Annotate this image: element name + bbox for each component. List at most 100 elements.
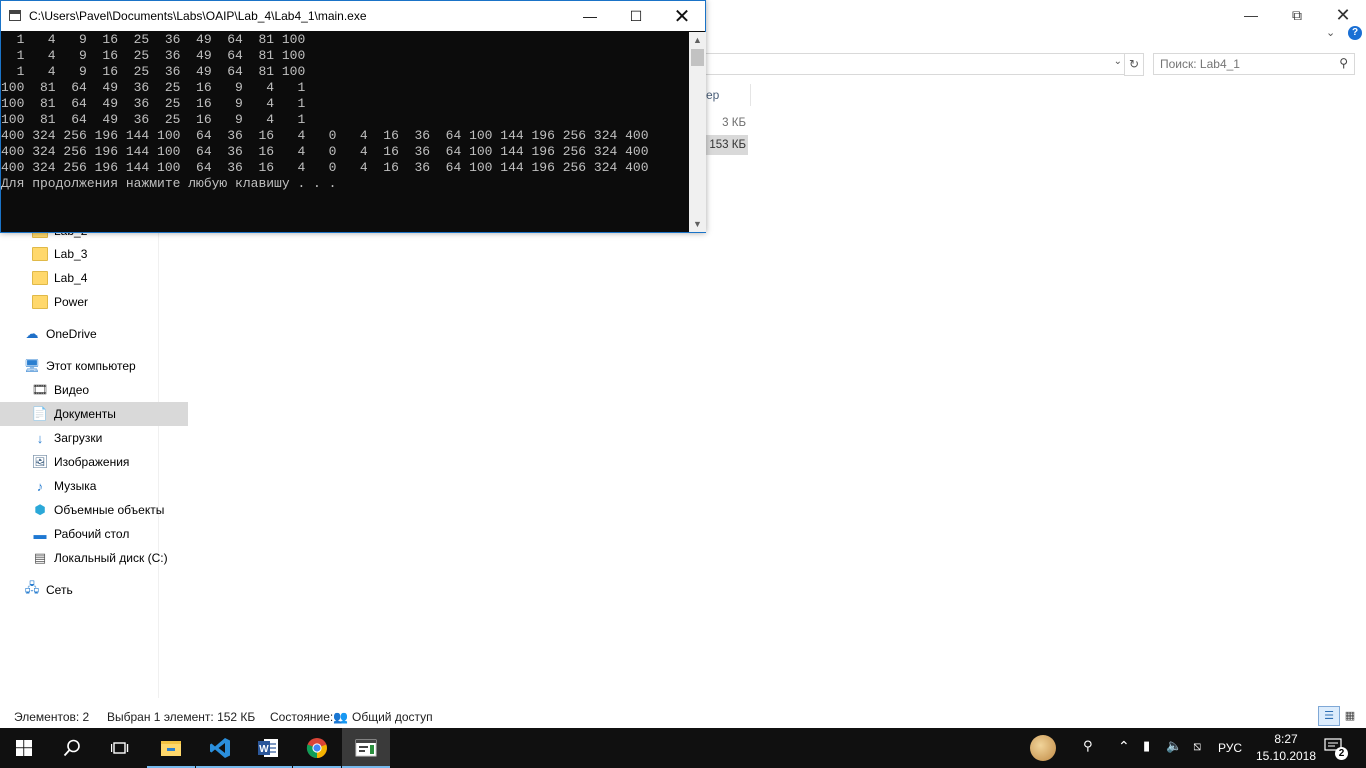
scroll-up-arrow-icon[interactable]: ▲ xyxy=(689,32,706,48)
console-line: 400 324 256 196 144 100 64 36 16 4 0 4 1… xyxy=(1,144,649,159)
nav-item-network[interactable]: 🖧 Сеть xyxy=(0,578,180,602)
start-button[interactable] xyxy=(0,728,48,768)
nav-item-local-disk[interactable]: ▤ Локальный диск (C:) xyxy=(0,546,188,570)
status-bar: Элементов: 2 Выбран 1 элемент: 152 КБ Со… xyxy=(0,706,1366,728)
ribbon-expand-chevron-icon[interactable]: ⌄ xyxy=(1326,26,1340,40)
clock-date[interactable]: 15.10.2018 xyxy=(1251,749,1321,763)
downloads-icon: ↓ xyxy=(36,430,44,446)
console-line: 100 81 64 49 36 25 16 9 4 1 xyxy=(1,80,306,95)
search-icon[interactable]: ⚲ xyxy=(1339,56,1348,70)
music-icon: ♪ xyxy=(36,478,44,494)
nav-item-label: Power xyxy=(54,295,89,309)
nav-item-pictures[interactable]: 🖼 Изображения xyxy=(0,450,188,474)
console-prompt-line: Для продолжения нажмите любую клавишу . … xyxy=(1,176,337,191)
scroll-down-arrow-icon[interactable]: ▼ xyxy=(689,216,706,232)
nav-item-this-pc[interactable]: 🖥 Этот компьютер xyxy=(0,354,180,378)
search-icon xyxy=(63,739,80,757)
details-view-icon[interactable]: ☰ xyxy=(1318,706,1340,726)
nav-item-label: Рабочий стол xyxy=(54,527,130,541)
console-line: 400 324 256 196 144 100 64 36 16 4 0 4 1… xyxy=(1,128,649,143)
nav-item-downloads[interactable]: ↓ Загрузки xyxy=(0,426,188,450)
word-icon: W xyxy=(258,739,278,757)
column-header-size[interactable]: ер xyxy=(706,88,719,102)
nav-item-desktop[interactable]: ▬ Рабочий стол xyxy=(0,522,188,546)
network-icon: 🖧 xyxy=(24,580,40,595)
nav-item-label: Lab_3 xyxy=(54,247,88,261)
console-output[interactable]: 1 4 9 16 25 36 49 64 81 100 1 4 9 16 25 … xyxy=(1,32,687,232)
video-icon: 🎞 xyxy=(31,382,49,397)
cloud-icon: ☁ xyxy=(25,326,39,341)
pictures-icon: 🖼 xyxy=(31,454,49,469)
action-center-button[interactable]: 2 xyxy=(1324,738,1348,760)
avatar[interactable] xyxy=(1030,735,1056,761)
nav-item-3d-objects[interactable]: ⬢ Объемные объекты xyxy=(0,498,188,522)
search-box[interactable]: ⚲ xyxy=(1153,53,1355,75)
show-hidden-icons-chevron-icon[interactable]: ⌃ xyxy=(1118,738,1130,755)
desktop-icon: ▬ xyxy=(33,526,47,542)
taskbar-file-explorer[interactable] xyxy=(147,728,195,768)
console-line: 100 81 64 49 36 25 16 9 4 1 xyxy=(1,96,306,111)
search-input[interactable] xyxy=(1160,56,1330,72)
folder-icon xyxy=(32,294,48,310)
3d-objects-icon: ⬢ xyxy=(34,502,46,517)
taskbar-visual-studio-code[interactable] xyxy=(196,728,244,768)
nav-item-label: OneDrive xyxy=(46,327,97,341)
nav-item-power[interactable]: Power xyxy=(0,290,188,314)
console-scrollbar[interactable]: ▲ ▼ xyxy=(689,32,706,232)
help-icon[interactable]: ? xyxy=(1348,26,1362,40)
taskbar-search-button[interactable] xyxy=(48,728,96,768)
scrollbar-thumb[interactable] xyxy=(691,49,704,66)
people-icon[interactable]: ⚲ xyxy=(1083,738,1093,754)
address-bar[interactable]: ⌄ xyxy=(690,53,1125,75)
windows-start-icon xyxy=(16,740,32,756)
console-close-button[interactable]: ✕ xyxy=(659,1,705,31)
nav-item-label: Документы xyxy=(54,407,116,421)
column-divider[interactable] xyxy=(750,84,751,106)
svg-text:W: W xyxy=(259,744,269,755)
console-app-icon xyxy=(9,10,21,21)
nav-item-label: Изображения xyxy=(54,455,130,469)
console-app-icon xyxy=(355,739,377,757)
notification-count-badge: 2 xyxy=(1335,747,1348,760)
large-icons-view-icon[interactable]: ▦ xyxy=(1342,708,1358,724)
nav-item-music[interactable]: ♪ Музыка xyxy=(0,474,188,498)
folder-icon xyxy=(32,270,48,286)
nav-item-lab3[interactable]: Lab_3 xyxy=(0,242,188,266)
console-maximize-button[interactable]: ☐ xyxy=(613,1,659,31)
nav-item-documents[interactable]: 📄 Документы xyxy=(0,402,188,426)
chevron-down-icon[interactable]: ⌄ xyxy=(1114,56,1122,67)
taskbar-word[interactable]: W xyxy=(244,728,292,768)
console-titlebar[interactable]: C:\Users\Pavel\Documents\Labs\OAIP\Lab_4… xyxy=(1,1,705,31)
nav-item-label: Сеть xyxy=(46,583,73,597)
taskbar-console-app[interactable] xyxy=(342,728,390,768)
console-minimize-button[interactable]: — xyxy=(567,1,613,31)
network-status-icon[interactable]: ⧅ xyxy=(1193,738,1201,754)
volume-icon[interactable]: 🔈 xyxy=(1166,738,1182,754)
battery-icon[interactable]: ▮ xyxy=(1143,738,1150,754)
explorer-minimize-button[interactable]: — xyxy=(1228,0,1274,30)
task-view-button[interactable] xyxy=(96,728,144,768)
nav-item-lab4[interactable]: Lab_4 xyxy=(0,266,188,290)
nav-item-onedrive[interactable]: ☁ OneDrive xyxy=(0,322,180,346)
console-line: 400 324 256 196 144 100 64 36 16 4 0 4 1… xyxy=(1,160,649,175)
console-line: 100 81 64 49 36 25 16 9 4 1 xyxy=(1,112,306,127)
explorer-restore-button[interactable]: ⧉ xyxy=(1274,0,1320,30)
visual-studio-code-icon xyxy=(210,738,230,758)
nav-item-label: Этот компьютер xyxy=(46,359,136,373)
navigation-pane: Lab_2 Lab_3 Lab_4 Power ☁ OneDrive 🖥 Это… xyxy=(0,224,188,698)
nav-item-label: Lab_4 xyxy=(54,271,88,285)
clock-time[interactable]: 8:27 xyxy=(1256,732,1316,746)
console-line: 1 4 9 16 25 36 49 64 81 100 xyxy=(1,48,306,63)
status-selection: Выбран 1 элемент: 152 КБ xyxy=(107,710,256,724)
nav-item-video[interactable]: 🎞 Видео xyxy=(0,378,188,402)
status-state-label: Состояние: xyxy=(270,710,334,724)
status-item-count: Элементов: 2 xyxy=(14,710,90,724)
input-language[interactable]: РУС xyxy=(1218,741,1242,755)
refresh-icon[interactable]: ↻ xyxy=(1124,53,1144,76)
file-explorer-icon xyxy=(161,741,181,756)
shared-users-icon: 👥 xyxy=(333,710,348,724)
computer-icon: 🖥 xyxy=(23,358,41,373)
nav-item-label: Видео xyxy=(54,383,90,397)
taskbar-chrome[interactable] xyxy=(293,728,341,768)
nav-item-label: Объемные объекты xyxy=(54,503,165,517)
